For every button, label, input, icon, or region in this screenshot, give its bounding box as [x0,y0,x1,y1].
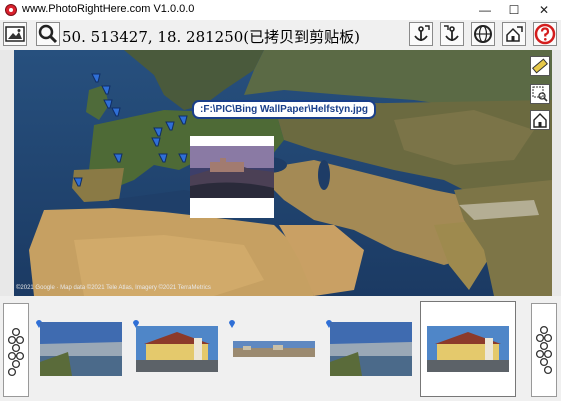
maximize-button[interactable]: ☐ [500,0,528,20]
zoom-select-icon [532,86,548,102]
image-icon [5,26,25,42]
lake-photo-2 [330,322,412,376]
home-arrow-icon [506,26,523,42]
home-button[interactable] [530,110,550,130]
window-title: www.PhotoRightHere.com V1.0.0.0 [22,3,195,15]
castle-photo-2 [427,326,509,372]
anchor-in-button[interactable] [409,22,433,46]
close-button[interactable]: ✕ [530,0,558,20]
search-button[interactable] [36,22,60,46]
photo-preview [190,136,274,218]
app-icon [5,4,17,16]
thumbnail-castle-2[interactable] [427,326,509,372]
set-home-button[interactable] [502,22,526,46]
title-bar: www.PhotoRightHere.com V1.0.0.0 — ☐ ✕ [0,0,561,20]
coordinates-readout: 50. 513427, 18. 281250(已拷贝到剪贴板) [62,28,361,46]
anchor-out-button[interactable] [440,22,464,46]
map-left-gutter [0,50,14,296]
thumbnail-lake-2[interactable] [330,322,412,376]
minimize-button[interactable]: — [471,0,499,20]
open-image-button[interactable] [3,22,27,46]
map-view[interactable] [14,50,552,296]
help-button[interactable] [533,22,557,46]
castle-preview-image [190,146,274,198]
help-icon [534,23,556,45]
lake-photo [40,322,122,376]
anchor-in-icon [414,25,430,41]
photo-path-tooltip: :F:\PIC\Bing WallPaper\Helfstyn.jpg [192,100,376,119]
scroll-right-button[interactable] [531,303,557,397]
search-icon [38,24,58,44]
thumbnail-pin-icon [229,320,235,328]
globe-icon [474,25,492,43]
home-icon [533,113,547,128]
castle-photo [136,326,218,372]
thumbnail-panorama[interactable] [233,341,315,357]
dots-left-icon [7,327,25,377]
ruler-icon [532,58,548,74]
map-credit: ©2021 Google · Map data ©2021 Tele Atlas… [16,285,211,291]
dots-right-icon [535,325,553,375]
map-right-gutter [552,50,561,296]
ruler-button[interactable] [530,56,550,76]
thumbnail-lake[interactable] [40,322,122,376]
zoom-select-button[interactable] [530,84,550,104]
globe-button[interactable] [471,22,495,46]
thumbnail-castle[interactable] [136,326,218,372]
panorama-photo [233,341,315,357]
satellite-map [14,50,552,296]
anchor-out-icon [444,25,459,41]
scroll-left-button[interactable] [3,303,29,397]
